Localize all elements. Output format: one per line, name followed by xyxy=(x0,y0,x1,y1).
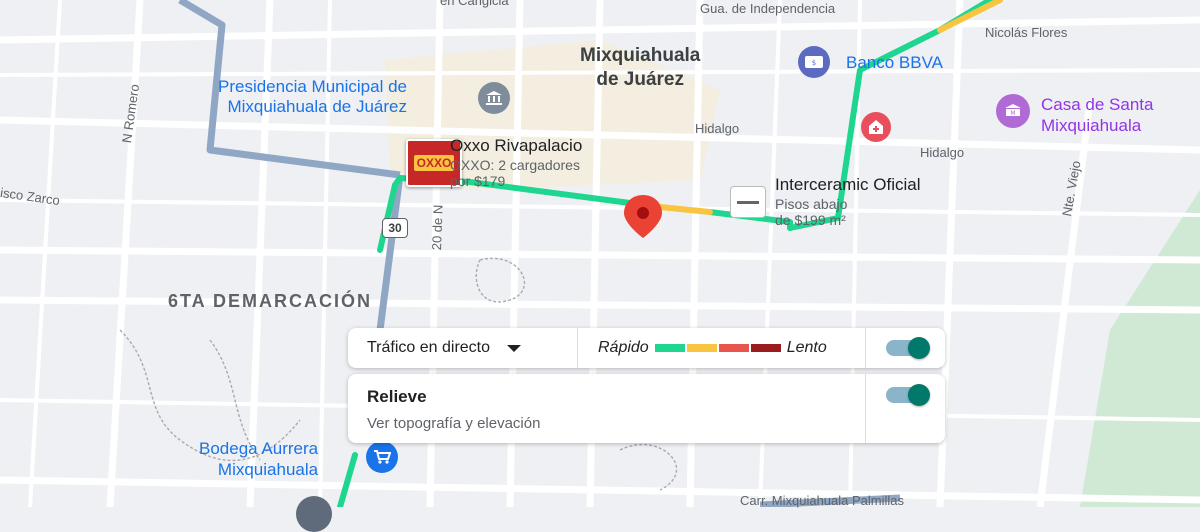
shopping-cart-icon[interactable] xyxy=(366,441,398,473)
chevron-down-icon xyxy=(507,344,522,352)
place-interceramic[interactable]: Interceramic Oficial Pisos abajo de $199… xyxy=(775,175,921,229)
legend-swatch-yellow xyxy=(686,344,717,352)
traffic-panel: Tráfico en directo Rápido Lento xyxy=(348,328,945,368)
traffic-mode-label: Tráfico en directo xyxy=(367,339,491,356)
place-oxxo[interactable]: Oxxo Rivapalacio OXXO: 2 cargadores por … xyxy=(450,136,583,190)
location-pin-icon[interactable] xyxy=(621,194,665,240)
street-label: 20 de N xyxy=(429,204,446,251)
place-desc-line: por $179 xyxy=(450,173,506,190)
place-banco[interactable]: Banco BBVA xyxy=(846,53,943,73)
place-desc-line: de $199 m² xyxy=(775,212,846,229)
divider xyxy=(865,328,866,368)
divider xyxy=(577,328,578,368)
town-label-line: Mixquiahuala xyxy=(580,45,701,66)
terrain-toggle[interactable] xyxy=(886,384,930,406)
traffic-legend: Rápido Lento xyxy=(598,328,827,368)
place-name-line: Bodega Aurrera xyxy=(199,439,319,458)
place-casa[interactable]: Casa de Santa Mixquiahuala xyxy=(1041,95,1154,135)
place-name-line: Casa de Santa xyxy=(1041,95,1154,114)
oxxo-logo-text: OXXO xyxy=(413,155,455,171)
place-name: Interceramic Oficial xyxy=(775,175,921,194)
place-desc-line: Pisos abajo xyxy=(775,195,848,212)
terrain-panel: Relieve Ver topografía y elevación xyxy=(348,374,945,443)
street-label: Hidalgo xyxy=(920,145,965,160)
street-label: Nicolás Flores xyxy=(985,25,1068,40)
svg-text:M: M xyxy=(1010,110,1015,117)
toggle-knob xyxy=(908,337,930,359)
legend-fast-label: Rápido xyxy=(598,339,649,356)
place-desc-line: OXXO: 2 cargadores xyxy=(450,156,580,173)
legend-swatch-green xyxy=(654,344,685,352)
town-label: Mixquiahuala de Juárez xyxy=(580,45,701,91)
place-bodega[interactable]: Bodega Aurrera Mixquiahuala xyxy=(199,439,319,479)
town-label-line: de Juárez xyxy=(596,68,684,90)
toggle-knob xyxy=(908,384,930,406)
interceramic-logo[interactable] xyxy=(730,186,766,218)
place-name-line: Presidencia Municipal de xyxy=(218,77,407,96)
place-presidencia[interactable]: Presidencia Municipal de Mixquiahuala de… xyxy=(218,77,407,116)
place-name-line: Mixquiahuala xyxy=(1041,115,1142,135)
place-name: Oxxo Rivapalacio xyxy=(450,136,583,155)
hospital-icon[interactable] xyxy=(861,112,891,142)
map-marker-icon[interactable] xyxy=(296,496,332,532)
street-label: Gua. de Independencia xyxy=(700,1,836,16)
street-label: Hidalgo xyxy=(695,121,740,136)
terrain-title: Relieve xyxy=(367,387,427,406)
svg-text:$: $ xyxy=(812,59,816,67)
route-shield: 30 xyxy=(382,218,408,238)
place-name-line: Mixquiahuala de Juárez xyxy=(227,96,407,116)
street-label: en Carigicia xyxy=(440,0,509,8)
government-icon[interactable] xyxy=(478,82,510,114)
divider xyxy=(865,374,866,443)
museum-icon[interactable]: M xyxy=(996,94,1030,128)
terrain-subtitle: Ver topografía y elevación xyxy=(367,415,541,432)
legend-swatch-red xyxy=(718,344,749,352)
traffic-mode-dropdown[interactable]: Tráfico en directo xyxy=(348,328,576,368)
bank-icon[interactable]: $ xyxy=(798,46,830,78)
street-label: Carr. Mixquiahuala Palmillas xyxy=(740,493,905,508)
traffic-toggle[interactable] xyxy=(886,337,930,359)
place-name-line: Mixquiahuala xyxy=(217,459,319,479)
district-label: 6TA DEMARCACIÓN xyxy=(168,291,372,311)
legend-slow-label: Lento xyxy=(786,339,827,356)
legend-swatch-darkred xyxy=(750,344,781,352)
